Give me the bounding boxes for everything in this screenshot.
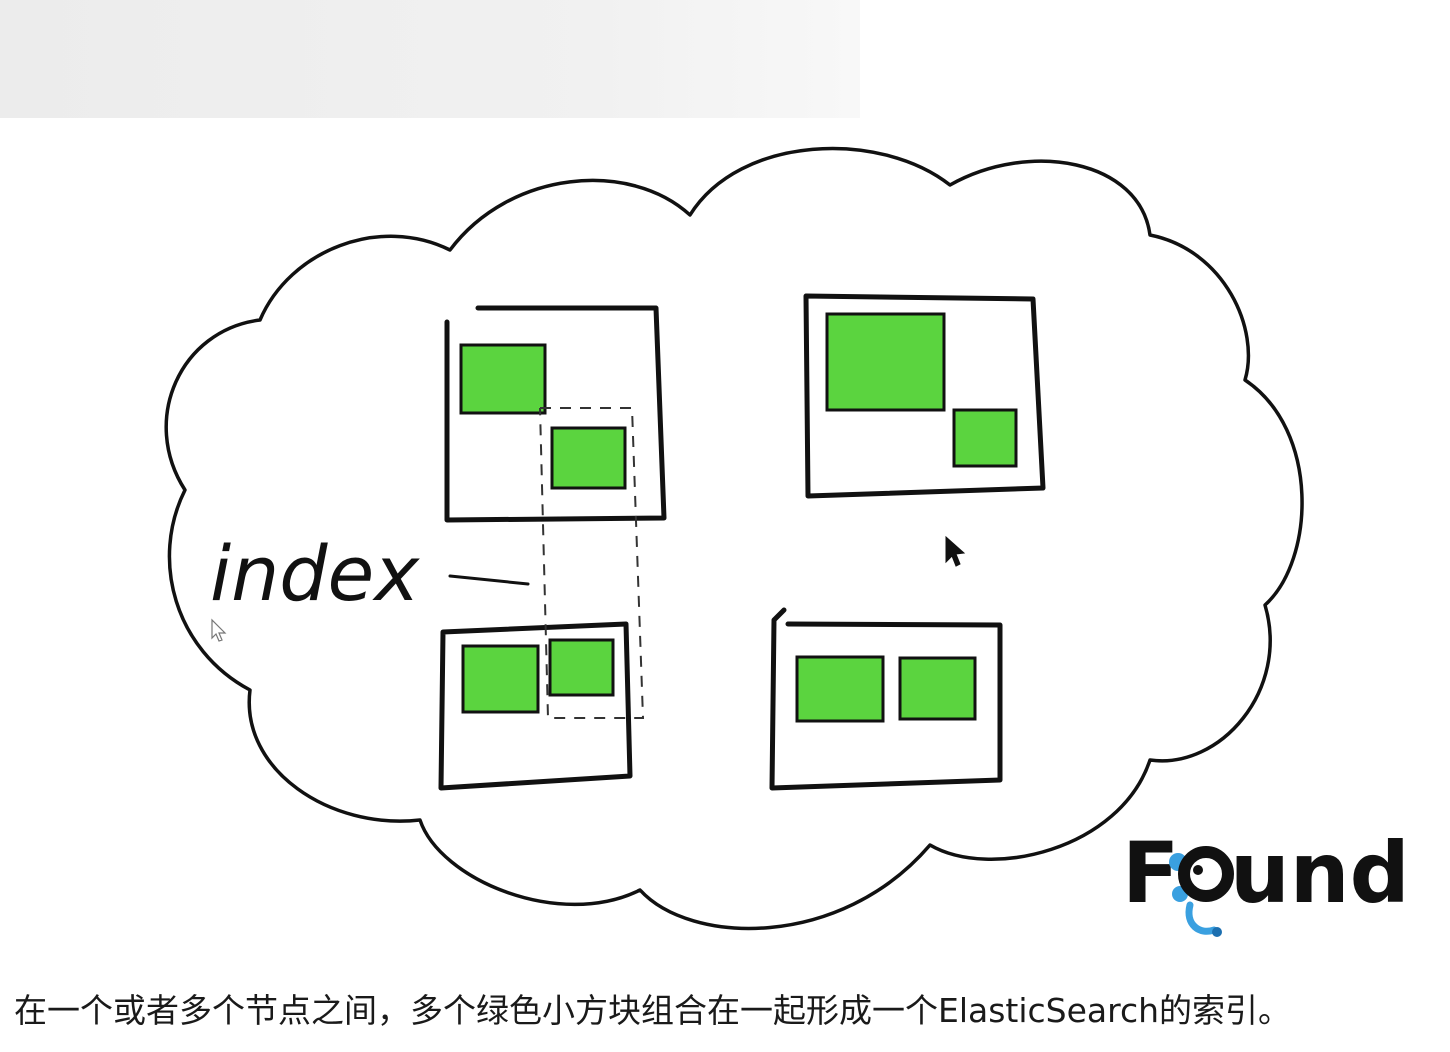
found-logo-f: F (1122, 824, 1179, 922)
shard (550, 426, 627, 490)
shard (548, 638, 615, 697)
shard (825, 312, 946, 412)
subtitle-caption: 在一个或者多个节点之间，多个绿色小方块组合在一起形成一个ElasticSearc… (14, 991, 1292, 1030)
found-logo: F und (1122, 824, 1410, 937)
mouse-cursor-icon (945, 535, 966, 567)
index-pointer-line (448, 574, 530, 586)
shard (795, 655, 885, 723)
shard (461, 644, 540, 714)
shard (952, 408, 1018, 468)
shard (898, 656, 977, 721)
mouse-cursor-outline-icon (211, 618, 227, 642)
shard (459, 343, 547, 415)
index-label: index (210, 529, 420, 618)
cluster-diagram: index F und (164, 146, 1410, 937)
found-logo-und: und (1230, 824, 1410, 922)
